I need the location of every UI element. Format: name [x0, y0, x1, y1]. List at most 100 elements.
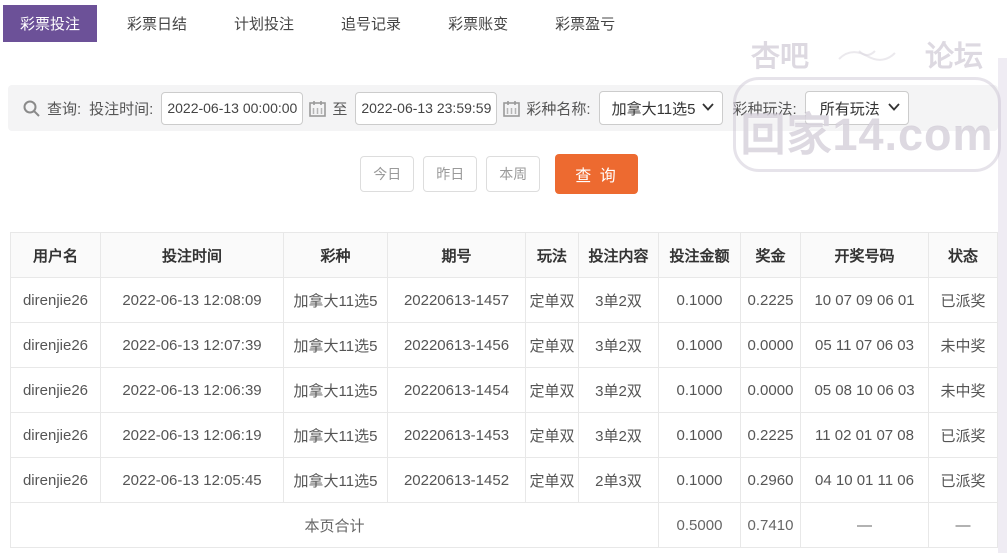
cell-draw-numbers: 04 10 01 11 06	[800, 457, 929, 503]
query-button[interactable]: 查 询	[555, 154, 638, 194]
tab-plan-bets[interactable]: 计划投注	[217, 5, 311, 42]
cell-username: direnjie26	[10, 322, 101, 368]
cell-issue: 20220613-1457	[387, 277, 526, 323]
cell-status: 已派奖	[928, 457, 998, 503]
header-bet-amount: 投注金额	[658, 232, 741, 278]
cell-bet-time: 2022-06-13 12:08:09	[100, 277, 284, 323]
cell-bet-content: 3单2双	[578, 322, 659, 368]
cell-status: 已派奖	[928, 277, 998, 323]
table-row: direnjie26 2022-06-13 12:07:39 加拿大11选5 2022…	[10, 322, 998, 368]
watermark-flourish-icon	[837, 42, 897, 75]
cell-issue: 20220613-1453	[387, 412, 526, 458]
header-bet-time: 投注时间	[100, 232, 284, 278]
header-bet-content: 投注内容	[578, 232, 659, 278]
table-row: direnjie26 2022-06-13 12:06:39 加拿大11选5 2022…	[10, 367, 998, 413]
cell-bet-amount: 0.1000	[658, 412, 741, 458]
cell-prize: 0.2225	[740, 412, 801, 458]
tab-lottery-bets[interactable]: 彩票投注	[3, 5, 98, 42]
summary-amount: 0.5000	[658, 502, 741, 548]
chevron-down-icon	[888, 103, 900, 111]
summary-numbers: —	[800, 502, 929, 548]
cell-bet-time: 2022-06-13 12:06:39	[100, 367, 284, 413]
cell-bet-content: 3单2双	[578, 412, 659, 458]
cell-draw-numbers: 11 02 01 07 08	[800, 412, 929, 458]
cell-prize: 0.2225	[740, 277, 801, 323]
header-lottery: 彩种	[283, 232, 388, 278]
play-type-select-value: 所有玩法	[819, 100, 880, 118]
cell-play: 定单双	[525, 277, 579, 323]
header-username: 用户名	[10, 232, 101, 278]
cell-issue: 20220613-1452	[387, 457, 526, 503]
start-time-input[interactable]	[161, 91, 304, 125]
table-row: direnjie26 2022-06-13 12:05:45 加拿大11选5 2022…	[10, 457, 998, 503]
tab-chase-records[interactable]: 追号记录	[324, 5, 418, 42]
watermark-text-left: 杏吧	[751, 40, 810, 73]
cell-status: 未中奖	[928, 367, 998, 413]
tab-account-changes[interactable]: 彩票账变	[431, 5, 525, 42]
cell-draw-numbers: 05 08 10 06 03	[800, 367, 929, 413]
tab-profit-loss[interactable]: 彩票盈亏	[538, 5, 632, 42]
lottery-select[interactable]: 加拿大11选5	[598, 91, 723, 125]
cell-play: 定单双	[525, 322, 579, 368]
cell-bet-content: 3单2双	[578, 277, 659, 323]
cell-lottery: 加拿大11选5	[283, 367, 388, 413]
cell-bet-amount: 0.1000	[658, 367, 741, 413]
calendar-icon[interactable]	[309, 100, 327, 117]
search-icon	[22, 99, 41, 118]
cell-issue: 20220613-1456	[387, 322, 526, 368]
cell-lottery: 加拿大11选5	[283, 277, 388, 323]
header-status: 状态	[928, 232, 998, 278]
top-nav: 彩票投注 彩票日结 计划投注 追号记录 彩票账变 彩票盈亏	[3, 5, 645, 42]
play-type-select[interactable]: 所有玩法	[804, 91, 909, 125]
actions-bar: 今日 昨日 本周 查 询	[0, 154, 998, 194]
query-label: 查询:	[47, 100, 82, 118]
cell-bet-amount: 0.1000	[658, 322, 741, 368]
to-label: 至	[332, 100, 348, 118]
search-panel: 查询: 投注时间: 至 彩种名称: 加拿大11选5 彩种玩法: 所有玩法	[8, 85, 998, 131]
table-body: direnjie26 2022-06-13 12:08:09 加拿大11选5 2022…	[10, 277, 998, 503]
bet-time-label: 投注时间:	[89, 100, 154, 118]
watermark-text-right: 论坛	[924, 40, 983, 73]
cell-username: direnjie26	[10, 412, 101, 458]
header-play: 玩法	[525, 232, 579, 278]
header-issue: 期号	[387, 232, 526, 278]
summary-label: 本页合计	[10, 502, 659, 548]
chevron-down-icon	[701, 103, 714, 111]
table-row: direnjie26 2022-06-13 12:08:09 加拿大11选5 2022…	[10, 277, 998, 323]
cell-lottery: 加拿大11选5	[283, 322, 388, 368]
scrollbar-track[interactable]	[998, 58, 1007, 553]
cell-prize: 0.0000	[740, 322, 801, 368]
cell-bet-amount: 0.1000	[658, 277, 741, 323]
cell-username: direnjie26	[10, 457, 101, 503]
today-button[interactable]: 今日	[360, 156, 415, 192]
header-prize: 奖金	[740, 232, 801, 278]
yesterday-button[interactable]: 昨日	[423, 156, 478, 192]
cell-prize: 0.2960	[740, 457, 801, 503]
tab-daily-summary[interactable]: 彩票日结	[110, 5, 204, 42]
table-header-row: 用户名 投注时间 彩种 期号 玩法 投注内容 投注金额 奖金 开奖号码 状态	[10, 232, 998, 278]
summary-status: —	[928, 502, 998, 548]
cell-draw-numbers: 05 11 07 06 03	[800, 322, 929, 368]
cell-lottery: 加拿大11选5	[283, 457, 388, 503]
cell-status: 未中奖	[928, 322, 998, 368]
cell-draw-numbers: 10 07 09 06 01	[800, 277, 929, 323]
cell-status: 已派奖	[928, 412, 998, 458]
bets-table: 用户名 投注时间 彩种 期号 玩法 投注内容 投注金额 奖金 开奖号码 状态 d…	[10, 232, 998, 548]
cell-prize: 0.0000	[740, 367, 801, 413]
cell-play: 定单双	[525, 367, 579, 413]
cell-bet-time: 2022-06-13 12:05:45	[100, 457, 284, 503]
cell-username: direnjie26	[10, 277, 101, 323]
summary-prize: 0.7410	[740, 502, 801, 548]
cell-bet-time: 2022-06-13 12:07:39	[100, 322, 284, 368]
cell-username: direnjie26	[10, 367, 101, 413]
header-draw-numbers: 开奖号码	[800, 232, 929, 278]
summary-row: 本页合计 0.5000 0.7410 — —	[10, 502, 998, 548]
end-time-input[interactable]	[355, 91, 498, 125]
lottery-name-label: 彩种名称:	[526, 100, 591, 118]
calendar-icon[interactable]	[503, 100, 521, 117]
cell-play: 定单双	[525, 412, 579, 458]
lottery-select-value: 加拿大11选5	[611, 100, 696, 118]
cell-play: 定单双	[525, 457, 579, 503]
this-week-button[interactable]: 本周	[486, 156, 541, 192]
play-type-label: 彩种玩法:	[732, 100, 797, 118]
